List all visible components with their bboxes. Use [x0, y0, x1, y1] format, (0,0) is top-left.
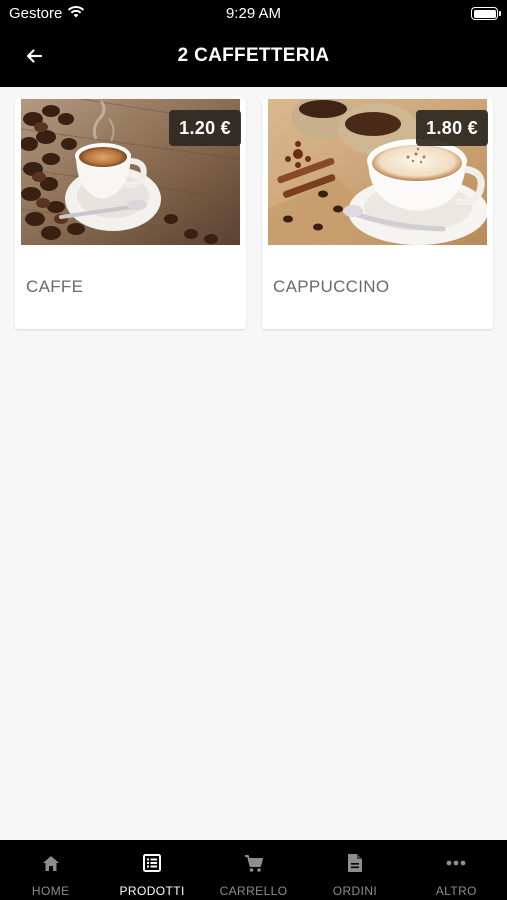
- bottom-tab-bar: HOME PRODOTTI CARRELLO ORDINI ALTRO: [0, 840, 507, 900]
- product-name: CAFFE: [26, 277, 84, 296]
- cart-icon: [203, 852, 304, 874]
- tab-home[interactable]: HOME: [0, 840, 101, 900]
- product-name: CAPPUCCINO: [273, 277, 390, 296]
- app-header: 2 CAFFETTERIA: [0, 30, 507, 87]
- list-icon: [101, 852, 202, 874]
- status-bar: Gestore 9:29 AM: [0, 0, 507, 30]
- more-icon: [406, 852, 507, 874]
- document-icon: [304, 852, 405, 874]
- tab-label: ALTRO: [435, 884, 477, 898]
- tab-ordini[interactable]: ORDINI: [304, 840, 405, 900]
- tab-label: CARRELLO: [219, 884, 288, 898]
- product-card-cappuccino[interactable]: 1.80 € CAPPUCCINO: [262, 99, 493, 329]
- tab-label: HOME: [31, 884, 70, 898]
- page-title: 2 CAFFETTERIA: [177, 45, 330, 66]
- tab-label: PRODOTTI: [119, 884, 185, 898]
- home-icon: [0, 852, 101, 874]
- product-price: 1.20 €: [169, 110, 241, 146]
- top-bar: Gestore 9:29 AM 2 CAFFETTERIA: [0, 0, 507, 87]
- tab-prodotti[interactable]: PRODOTTI: [101, 840, 202, 900]
- tab-altro[interactable]: ALTRO: [406, 840, 507, 900]
- tab-carrello[interactable]: CARRELLO: [203, 840, 304, 900]
- product-grid: 1.20 € CAFFE 1.80 € CAPPUCCINO: [15, 99, 493, 329]
- battery-icon: [471, 7, 501, 20]
- tab-label: ORDINI: [332, 884, 378, 898]
- product-price: 1.80 €: [416, 110, 488, 146]
- status-time: 9:29 AM: [225, 5, 282, 22]
- product-card-caffe[interactable]: 1.20 € CAFFE: [15, 99, 246, 329]
